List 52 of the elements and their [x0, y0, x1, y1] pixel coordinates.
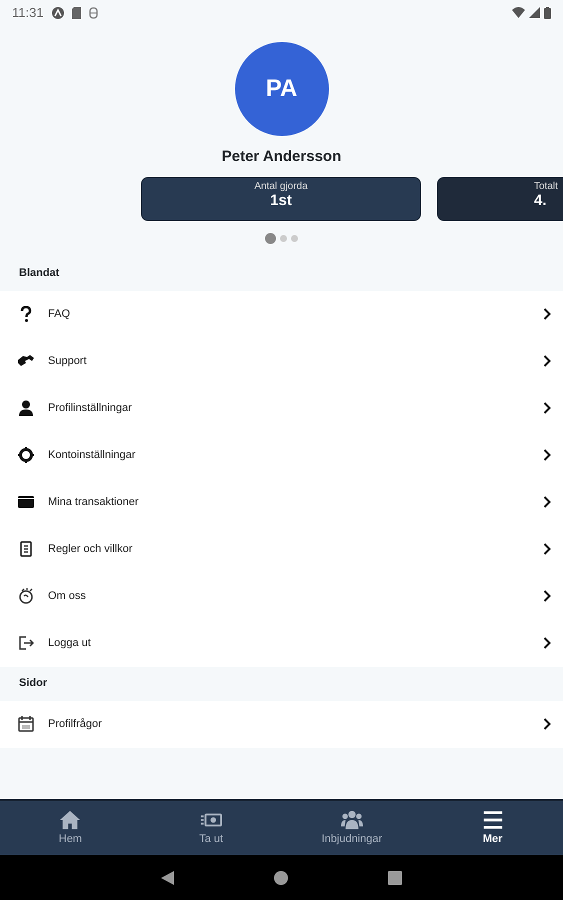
document-icon	[18, 541, 34, 557]
home-icon[interactable]	[274, 870, 288, 884]
notification-icon	[88, 6, 98, 18]
section-header: Sidor	[19, 676, 48, 692]
menu-item[interactable]: Kontoinställningar	[0, 432, 563, 478]
home-icon	[58, 808, 82, 831]
menu-item[interactable]: Support	[0, 338, 563, 384]
person-icon	[18, 400, 34, 416]
page-dot[interactable]	[280, 235, 287, 242]
app-icon	[52, 6, 64, 18]
nav-tab[interactable]: Mer	[422, 808, 563, 848]
gear-icon	[18, 447, 34, 463]
menu-item[interactable]: FAQ	[0, 290, 563, 338]
chevron-right-icon	[543, 718, 551, 730]
back-icon[interactable]	[161, 870, 174, 884]
stat-value: 4.	[534, 192, 548, 210]
chevron-right-icon	[543, 355, 551, 367]
wifi-icon	[512, 7, 525, 18]
logout-icon	[18, 635, 34, 651]
nav-tab[interactable]: Ta ut	[140, 808, 282, 848]
menu-item[interactable]: Regler och villkor	[0, 526, 563, 572]
menu-item[interactable]: Om oss	[0, 572, 563, 620]
question-icon	[18, 306, 34, 322]
menu-item[interactable]: Mina transaktioner	[0, 478, 563, 526]
recents-icon[interactable]	[388, 870, 402, 884]
chevron-right-icon	[543, 543, 551, 555]
chevron-right-icon	[543, 496, 551, 508]
nav-tab[interactable]: Hem	[0, 808, 141, 848]
calendar-icon	[18, 716, 34, 732]
user-name: Peter Andersson	[222, 147, 342, 167]
chevron-right-icon	[543, 308, 551, 320]
chevron-right-icon	[543, 402, 551, 414]
page-dot[interactable]	[291, 235, 298, 242]
menu-item[interactable]: Profilinställningar	[0, 384, 563, 432]
chevron-right-icon	[543, 449, 551, 461]
stat-label: Totalt	[534, 180, 559, 192]
section-header: Blandat	[19, 266, 60, 282]
sd-card-icon	[72, 6, 81, 18]
status-time: 11:31	[12, 4, 44, 22]
stat-label: Antal gjorda	[253, 180, 309, 192]
people-icon	[340, 808, 364, 831]
nav-tab[interactable]: Inbjudningar	[282, 808, 422, 848]
wallet-icon	[18, 494, 34, 510]
chevron-right-icon	[543, 590, 551, 602]
battery-icon	[544, 6, 551, 18]
menu-item[interactable]: Profilfrågor	[0, 700, 563, 748]
page-dot[interactable]	[265, 233, 276, 244]
avatar: PA	[234, 42, 328, 136]
menu-item[interactable]: Logga ut	[0, 620, 563, 666]
stat-value: 1st	[269, 192, 293, 210]
signal-icon	[529, 7, 540, 18]
chevron-right-icon	[543, 637, 551, 649]
